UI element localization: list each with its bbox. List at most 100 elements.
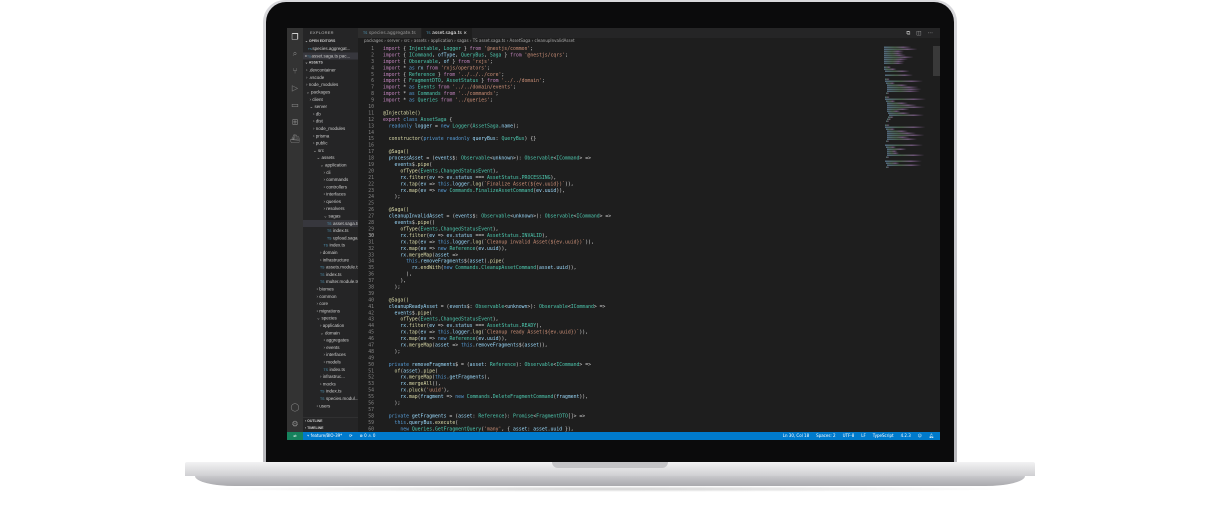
minimap[interactable] [884, 46, 926, 168]
file-tree-item[interactable]: › interfaces [303, 191, 358, 198]
file-tree-label: cli [326, 169, 331, 175]
laptop-shadow [200, 486, 1020, 492]
breadcrumb[interactable]: packages › server › src › assets › appli… [358, 38, 940, 44]
file-tree-item[interactable]: TS index.ts [303, 242, 358, 249]
file-tree-item[interactable]: TS multer.module.ts [303, 278, 358, 285]
typescript-file-icon: TS [426, 31, 431, 35]
file-tree-item[interactable]: TS asset.saga.ts [303, 219, 358, 228]
files-icon[interactable]: ❐ [287, 28, 303, 45]
file-tree-item[interactable]: TSupload.saga... [303, 234, 358, 241]
cursor-position[interactable]: Ln 30, Col 18 [783, 432, 809, 440]
minimap-line [889, 114, 925, 116]
indentation[interactable]: Spaces: 2 [816, 432, 835, 440]
file-tree-item[interactable]: › users [303, 402, 358, 409]
tab-species-aggregate[interactable]: TS species.aggregate.ts [358, 28, 422, 38]
file-tree-item[interactable]: › events [303, 344, 358, 351]
file-tree-item[interactable]: ⌄ sagas [303, 213, 358, 220]
tab-asset-saga[interactable]: TS asset.saga.ts × [421, 28, 473, 38]
file-tree-item[interactable]: › .devcontainer [303, 67, 358, 74]
file-tree-label: models [326, 359, 341, 365]
sync-icon[interactable]: ⟳ [349, 432, 352, 440]
account-icon[interactable]: ◯ [287, 398, 303, 415]
open-editors-section[interactable]: ⌄ OPEN EDITORS [303, 38, 358, 45]
file-tree-item[interactable]: › node_modules [303, 81, 358, 88]
vertical-scrollbar[interactable] [933, 46, 940, 76]
search-icon[interactable]: ⌕ [287, 45, 303, 62]
code-editor[interactable]: 1 import { Injectable, Logger } from '@ne… [358, 46, 940, 438]
file-tree-item[interactable]: › .vscode [303, 74, 358, 81]
file-tree-label: domain [322, 250, 338, 256]
typescript-version[interactable]: 4.2.3 [901, 432, 911, 440]
file-tree-item[interactable]: › biomes [303, 286, 358, 293]
file-tree-item[interactable]: › infrastructure [303, 256, 358, 263]
file-tree-item[interactable]: TS index.ts [303, 388, 358, 395]
file-tree-label: .devcontainer [308, 67, 336, 73]
file-tree-item[interactable]: ⌄ domain [303, 329, 358, 336]
file-tree-label: prisma [315, 133, 330, 139]
file-tree-item[interactable]: › migrations [303, 307, 358, 314]
language-mode[interactable]: TypeScript [873, 432, 894, 440]
file-tree-item[interactable]: › models [303, 358, 358, 365]
file-tree-item[interactable]: ⌄ assets [303, 154, 358, 161]
workspace-label: ASSETS [308, 61, 323, 65]
docker-icon[interactable]: ⛴ [287, 130, 303, 147]
file-tree-item[interactable]: › queries [303, 198, 358, 205]
remote-indicator[interactable]: ⇌ [287, 432, 303, 440]
file-tree-item[interactable]: › db [303, 110, 358, 117]
file-tree-label: assets.module.ts [325, 264, 358, 270]
file-tree-item[interactable]: › dist [303, 118, 358, 125]
file-tree-item[interactable]: › infrastruc... [303, 373, 358, 380]
open-editor-item[interactable]: TSspecies.aggregat... [303, 45, 358, 52]
outline-label: OUTLINE [307, 419, 323, 424]
file-tree-item[interactable]: › commands [303, 176, 358, 183]
compare-changes-icon[interactable]: ⧉ [906, 30, 910, 37]
encoding[interactable]: UTF-8 [843, 432, 855, 440]
source-control-icon[interactable]: ⑂ [287, 62, 303, 79]
close-icon[interactable]: × [463, 31, 467, 36]
timeline-section[interactable]: › TIMELINE [303, 425, 358, 432]
file-tree-label: index.ts [329, 366, 345, 372]
notifications-bell-icon[interactable]: 🔔︎ [929, 432, 934, 440]
file-tree-item[interactable]: › core [303, 300, 358, 307]
file-tree-item[interactable]: › public [303, 140, 358, 147]
file-tree-item[interactable]: › cli [303, 169, 358, 176]
run-debug-icon[interactable]: ▷ [287, 79, 303, 96]
editor-actions: ⧉ ◫ ⋯ [906, 30, 933, 37]
file-tree-item[interactable]: › domain [303, 249, 358, 256]
branch-indicator[interactable]: ⑂ feature/BIO-39* [307, 432, 342, 440]
file-tree-item[interactable]: TS assets.module.ts [303, 264, 358, 271]
file-tree-item[interactable]: › aggregates [303, 337, 358, 344]
file-tree-item[interactable]: ⌄ packages [303, 88, 358, 95]
file-tree-item[interactable]: ⌄ species [303, 315, 358, 322]
file-tree-label: index.ts [325, 271, 342, 277]
extensions-icon[interactable]: ⊞ [287, 113, 303, 130]
file-tree-item[interactable]: › client [303, 96, 358, 103]
file-tree-item[interactable]: › prisma [303, 132, 358, 139]
more-actions-icon[interactable]: ⋯ [928, 30, 934, 37]
file-tree-item[interactable]: › common [303, 293, 358, 300]
file-tree-item[interactable]: TS index.ts [303, 271, 358, 278]
file-tree-item[interactable]: › node_modules [303, 125, 358, 132]
feedback-icon[interactable]: ☺ [918, 432, 922, 440]
file-tree-item[interactable]: › application [303, 322, 358, 329]
typescript-file-icon: TS [323, 244, 328, 248]
problems-indicator[interactable]: ⊗ 0 ⚠ 0 [360, 432, 376, 440]
outline-section[interactable]: › OUTLINE [303, 418, 358, 425]
file-tree-item[interactable]: › resolvers [303, 205, 358, 212]
file-tree-item[interactable]: ⌄ server [303, 103, 358, 110]
gear-icon[interactable]: ⚙ [287, 415, 303, 432]
file-tree-item[interactable]: TS index.ts [303, 366, 358, 373]
file-tree-item[interactable]: ⌄ application [303, 161, 358, 168]
remote-explorer-icon[interactable]: ▭ [287, 96, 303, 113]
file-tree-item[interactable]: › interfaces [303, 351, 358, 358]
workspace-section[interactable]: ⌄ ASSETS [303, 60, 358, 67]
file-tree-item[interactable]: › mocks [303, 380, 358, 387]
file-tree-label: multer.module.ts [325, 279, 358, 285]
split-editor-icon[interactable]: ◫ [916, 30, 921, 37]
file-tree-item[interactable]: › controllers [303, 183, 358, 190]
file-tree-item[interactable]: TS index.ts [303, 227, 358, 234]
file-tree-item[interactable]: ⌄ src [303, 147, 358, 154]
file-tree-item[interactable]: TS species.modul... [303, 395, 358, 402]
line-ending[interactable]: LF [861, 432, 866, 440]
open-editor-item-active[interactable]: ×TSasset.saga.ts pac... [303, 52, 358, 60]
